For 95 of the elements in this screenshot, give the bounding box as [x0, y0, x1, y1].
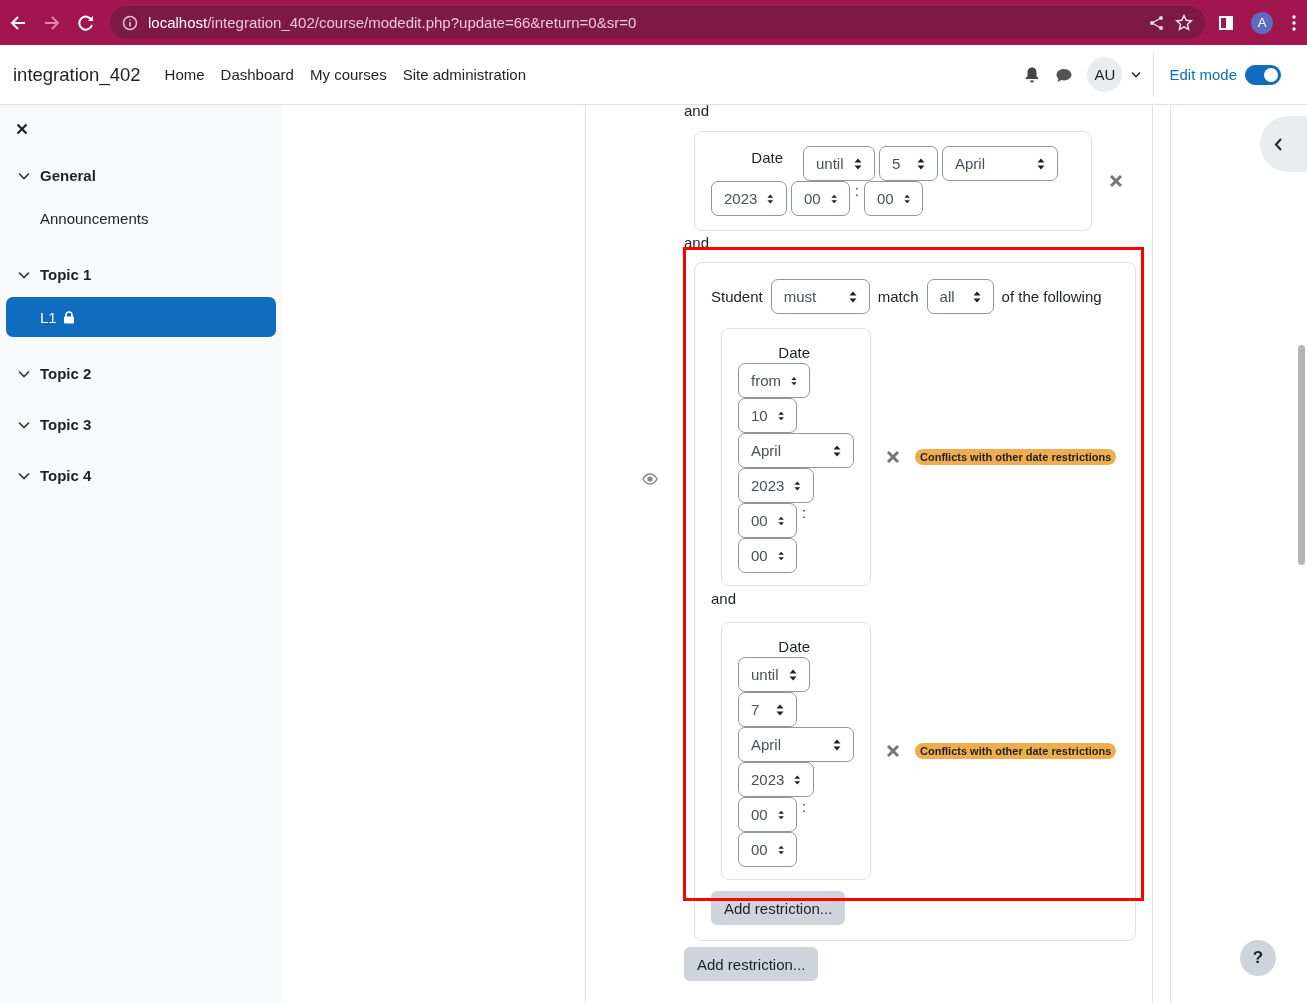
select-field[interactable]: 10 — [738, 398, 797, 433]
select-field[interactable]: 00 — [791, 181, 850, 216]
url-text: localhost/integration_402/course/modedit.php?update=66&return=0&sr=0 — [148, 14, 638, 31]
section-title[interactable]: Topic 3 — [40, 416, 92, 433]
sort-caret-icon — [777, 808, 784, 821]
following-label: of the following — [1001, 288, 1102, 305]
section-title[interactable]: Topic 1 — [40, 266, 92, 283]
select-field[interactable]: all — [926, 279, 994, 314]
add-restriction-button[interactable]: Add restriction... — [684, 947, 819, 981]
user-avatar[interactable]: AU — [1087, 57, 1123, 92]
section-title[interactable]: Topic 4 — [40, 467, 92, 484]
sort-caret-icon — [833, 444, 841, 457]
select-field[interactable]: 00 — [738, 832, 797, 867]
nav-link[interactable]: Dashboard — [220, 66, 294, 83]
activity-item[interactable]: Announcements — [6, 198, 276, 238]
sort-caret-icon — [972, 290, 981, 303]
select-field[interactable]: 00 — [738, 538, 797, 573]
sort-caret-icon — [791, 374, 797, 387]
warning-badge: Conflicts with other date restrictions — [915, 449, 1117, 465]
student-label: Student — [711, 288, 763, 305]
help-button[interactable]: ? — [1240, 940, 1276, 976]
nav-link[interactable]: Home — [164, 66, 205, 83]
bell-icon[interactable] — [1024, 66, 1041, 83]
profile-avatar[interactable]: A — [1251, 11, 1273, 34]
select-field[interactable]: 00 — [738, 797, 797, 832]
select-field[interactable]: April — [738, 727, 854, 762]
condition-label: Date — [750, 148, 784, 168]
select-field[interactable]: until — [803, 146, 875, 181]
time-colon: : — [854, 182, 860, 201]
sort-caret-icon — [777, 409, 784, 422]
eye-icon[interactable] — [641, 473, 658, 485]
site-name[interactable]: integration_402 — [13, 63, 141, 86]
section-title[interactable]: Topic 2 — [40, 365, 92, 382]
time-colon: : — [801, 504, 807, 523]
sort-caret-icon — [830, 192, 837, 205]
sort-caret-icon — [777, 843, 784, 856]
chevron-left-icon — [1274, 137, 1283, 151]
sort-caret-icon — [789, 668, 797, 681]
select-field[interactable]: until — [738, 657, 810, 692]
add-restriction-button[interactable]: Add restriction... — [711, 891, 846, 925]
edit-mode-label: Edit mode — [1169, 66, 1237, 83]
cross-icon[interactable] — [886, 450, 900, 464]
sort-caret-icon — [777, 514, 784, 527]
chevron-down-icon[interactable] — [18, 471, 30, 480]
scrollbar-thumb[interactable] — [1298, 345, 1305, 565]
sort-caret-icon — [917, 157, 925, 170]
chevron-down-icon[interactable] — [18, 270, 30, 279]
nav-link[interactable]: Site administration — [402, 66, 527, 83]
sort-caret-icon — [903, 192, 910, 205]
connector-text: and — [711, 589, 738, 609]
more-menu-icon[interactable] — [1291, 13, 1297, 32]
sort-caret-icon — [794, 479, 801, 492]
select-field[interactable]: April — [942, 146, 1058, 181]
connector-text: and — [684, 105, 711, 121]
edit-mode-toggle[interactable] — [1245, 64, 1281, 85]
sort-caret-icon — [848, 290, 857, 303]
activity-item[interactable]: L1 — [6, 297, 276, 337]
chevron-down-icon[interactable] — [18, 369, 30, 378]
close-icon[interactable] — [16, 123, 28, 135]
select-field[interactable]: 2023 — [738, 468, 814, 503]
time-colon: : — [801, 798, 807, 817]
select-field[interactable]: 00 — [863, 181, 923, 216]
cross-icon[interactable] — [886, 744, 900, 758]
sort-caret-icon — [833, 738, 841, 751]
select-field[interactable]: must — [770, 279, 870, 314]
condition-label: Date — [777, 637, 811, 657]
match-label: match — [877, 288, 919, 305]
cross-icon[interactable] — [1109, 174, 1123, 188]
select-field[interactable]: 2023 — [738, 762, 814, 797]
chevron-down-icon[interactable] — [18, 420, 30, 429]
chevron-down-icon[interactable] — [18, 171, 30, 180]
select-field[interactable]: 00 — [738, 503, 797, 538]
chevron-down-icon[interactable] — [1131, 71, 1142, 78]
drawer-toggle[interactable] — [1260, 116, 1307, 172]
chat-bubble-icon[interactable] — [1055, 66, 1074, 83]
condition-label: Date — [777, 343, 811, 363]
address-bar[interactable]: localhost/integration_402/course/modedit.php?update=66&return=0&sr=0 — [110, 6, 1205, 39]
select-field[interactable]: 2023 — [711, 181, 787, 216]
sort-caret-icon — [1037, 157, 1045, 170]
warning-badge: Conflicts with other date restrictions — [915, 743, 1117, 759]
sort-caret-icon — [767, 192, 774, 205]
section-title[interactable]: General — [40, 167, 96, 184]
select-field[interactable]: April — [738, 433, 854, 468]
share-icon[interactable] — [1148, 13, 1165, 32]
select-field[interactable]: 5 — [879, 146, 938, 181]
info-icon[interactable] — [122, 14, 138, 31]
star-icon[interactable] — [1175, 14, 1193, 31]
sort-caret-icon — [776, 703, 784, 716]
side-panel-icon[interactable] — [1219, 15, 1233, 30]
nav-link[interactable]: My courses — [309, 66, 387, 83]
sort-caret-icon — [777, 549, 784, 562]
select-field[interactable]: 7 — [738, 692, 797, 727]
sort-caret-icon — [854, 157, 862, 170]
select-field[interactable]: from — [738, 363, 810, 398]
sort-caret-icon — [794, 773, 801, 786]
